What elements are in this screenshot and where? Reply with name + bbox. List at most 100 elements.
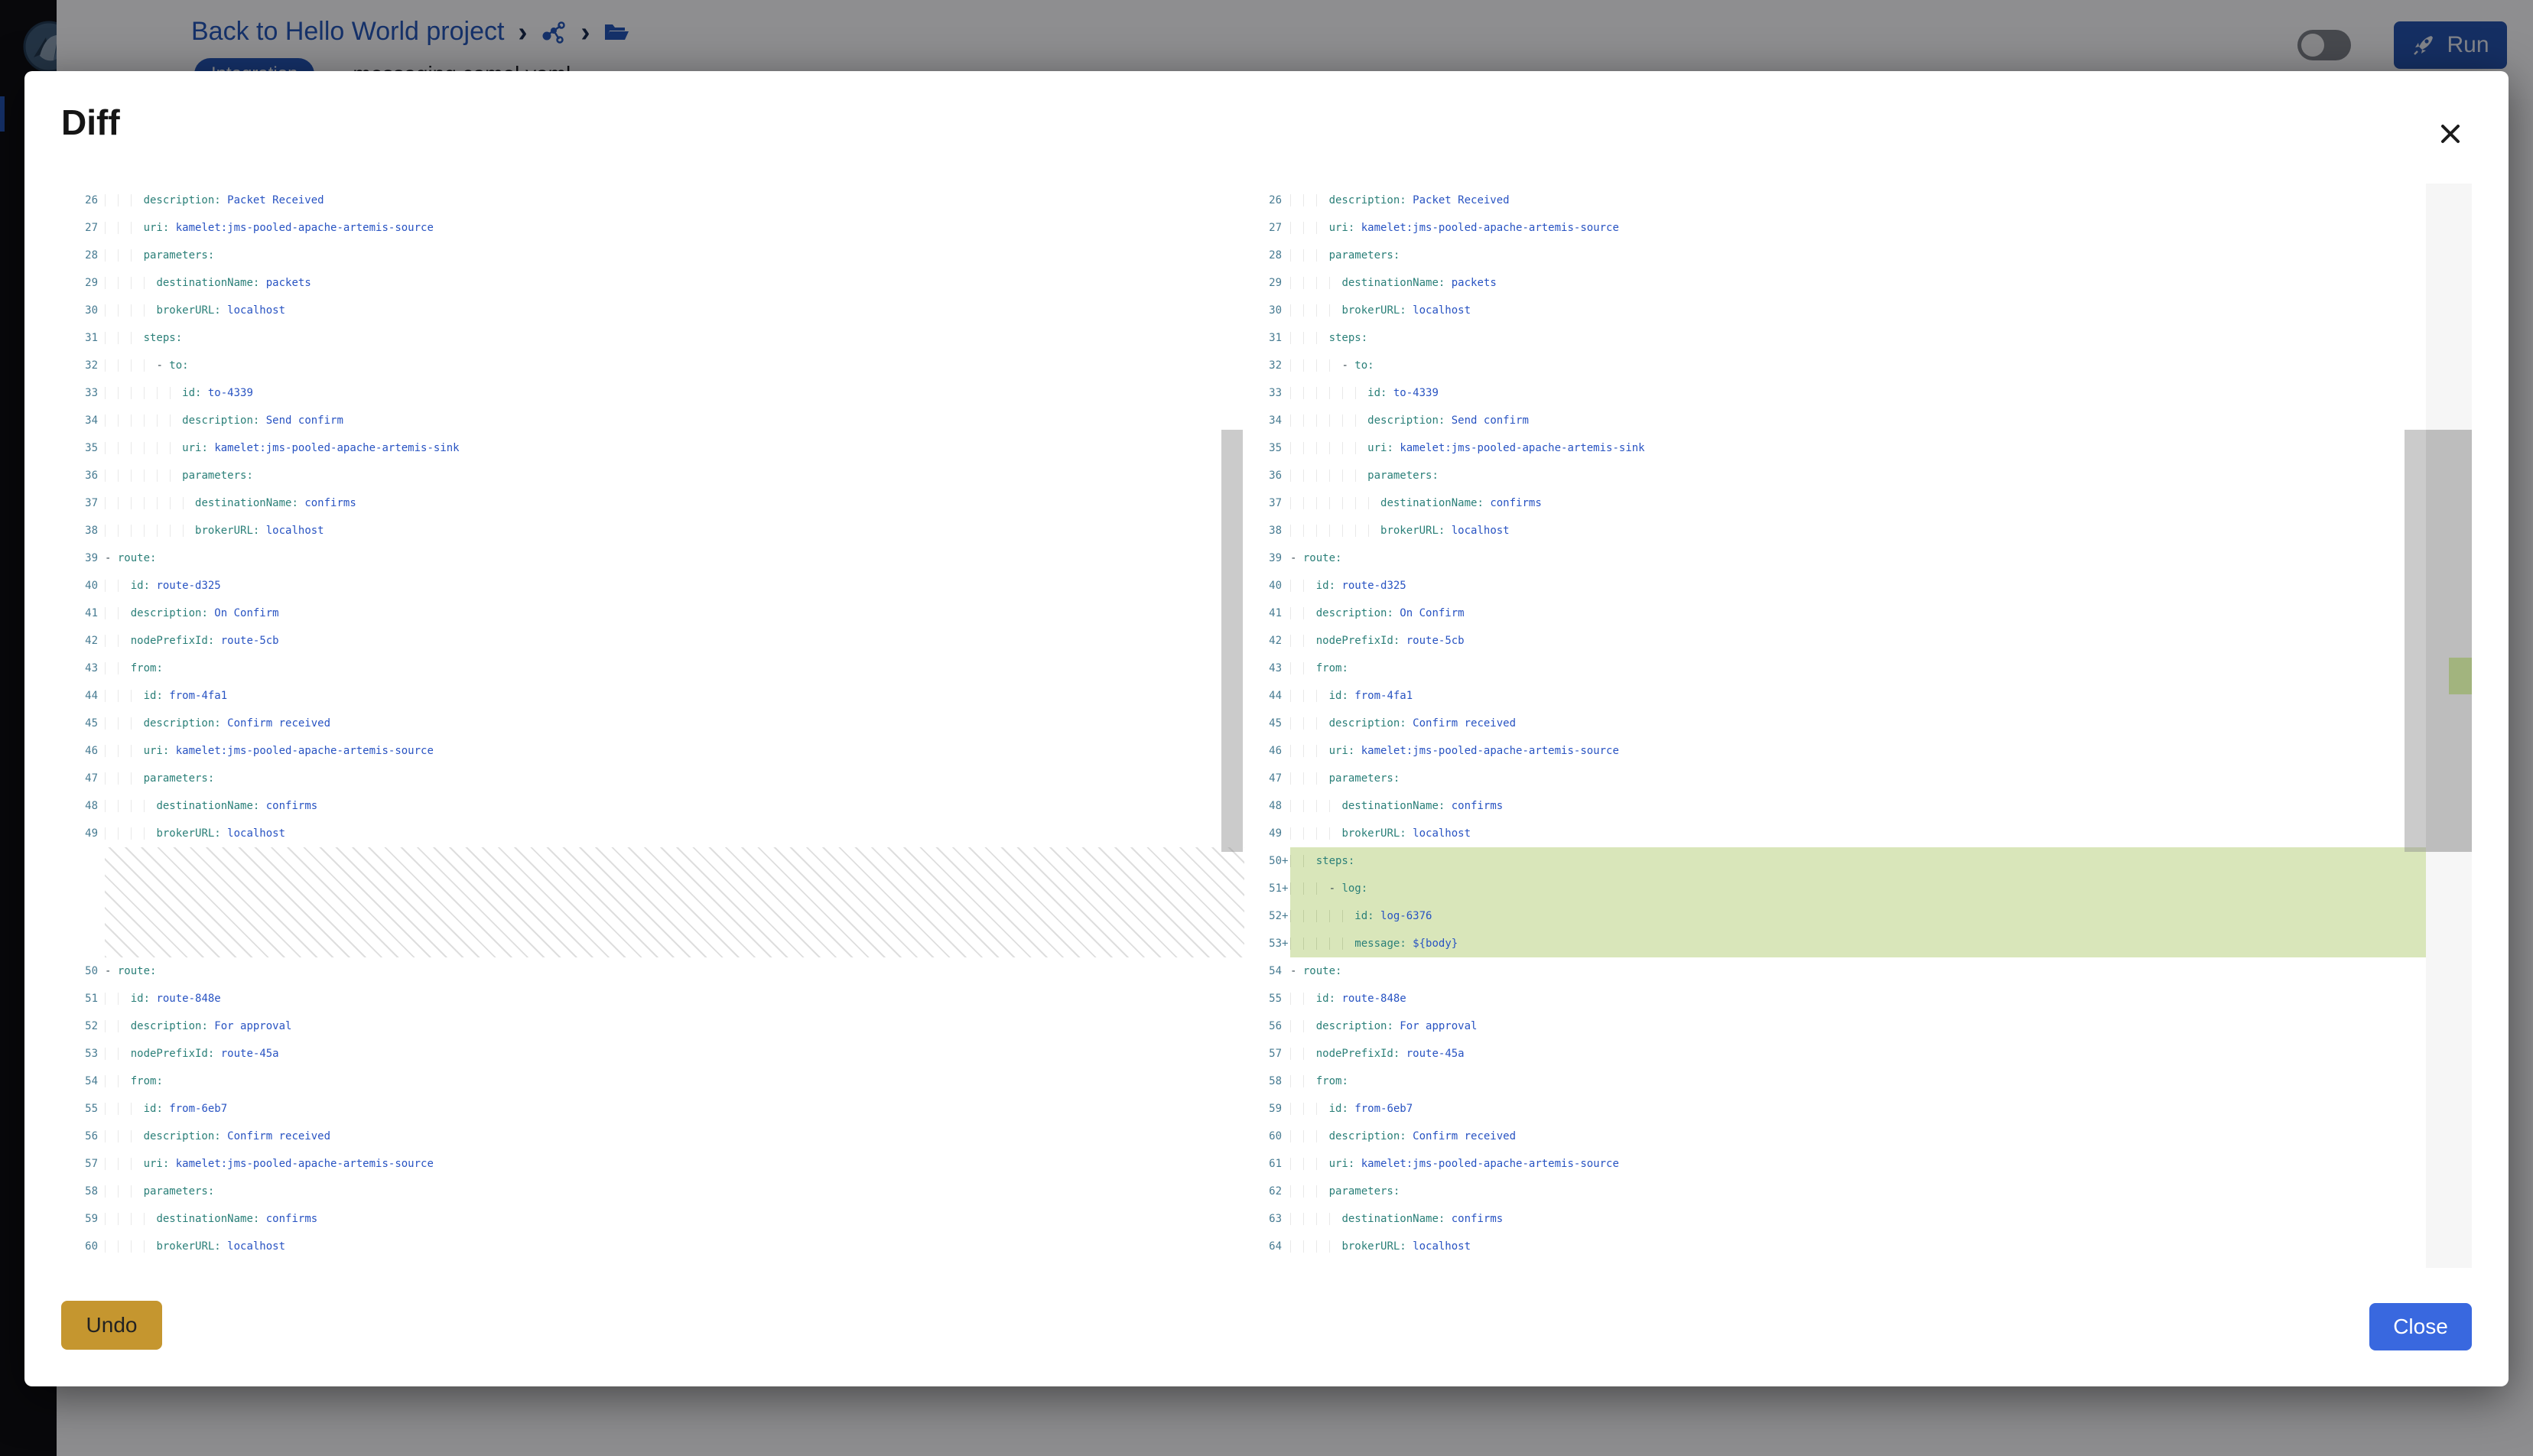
line-number: 50 <box>61 957 98 985</box>
line-code: from: <box>1290 655 2472 682</box>
added-line-plus <box>1282 214 1290 242</box>
undo-button[interactable]: Undo <box>61 1301 162 1350</box>
diff-line: 49 brokerURL: localhost <box>61 820 1244 847</box>
line-code: uri: kamelet:jms-pooled-apache-artemis-s… <box>105 214 1244 242</box>
diff-line: 50+ steps: <box>1254 847 2472 875</box>
line-code: nodePrefixId: route-5cb <box>105 627 1244 655</box>
line-code <box>105 1260 1244 1268</box>
added-line-plus <box>1282 710 1290 737</box>
diff-line: 36 parameters: <box>61 462 1244 489</box>
line-code: id: to-4339 <box>105 379 1244 407</box>
diff-line: 44 id: from-4fa1 <box>1254 682 2472 710</box>
diff-line: 61 <box>61 1260 1244 1268</box>
line-number: 55 <box>61 1095 98 1123</box>
diff-line: 56 description: Confirm received <box>61 1123 1244 1150</box>
diff-line: 32 - to: <box>1254 352 2472 379</box>
added-change-marker <box>2449 658 2472 694</box>
line-code: - route: <box>105 544 1244 572</box>
line-number: 38 <box>61 517 98 544</box>
diff-line: 42 nodePrefixId: route-5cb <box>1254 627 2472 655</box>
line-code: destinationName: confirms <box>1290 1205 2472 1233</box>
added-line-plus <box>1282 627 1290 655</box>
line-number: 30 <box>1254 297 1282 324</box>
line-code: nodePrefixId: route-5cb <box>1290 627 2472 655</box>
diff-modal: Diff 26 description: Packet Received27 u… <box>24 71 2509 1386</box>
line-number: 33 <box>61 379 98 407</box>
line-number: 39 <box>1254 544 1282 572</box>
diff-line: 26 description: Packet Received <box>1254 187 2472 214</box>
line-code: description: On Confirm <box>1290 600 2472 627</box>
right-pane-scrollbar[interactable] <box>2405 184 2426 1268</box>
diff-line: 41 description: On Confirm <box>61 600 1244 627</box>
line-number: 53 <box>1254 930 1282 957</box>
diff-line: 28 parameters: <box>61 242 1244 269</box>
added-line-plus <box>1282 544 1290 572</box>
line-number: 35 <box>1254 434 1282 462</box>
line-number: 54 <box>1254 957 1282 985</box>
diff-line: 58 from: <box>1254 1068 2472 1095</box>
line-number: 36 <box>61 462 98 489</box>
diff-line: 34 description: Send confirm <box>1254 407 2472 434</box>
line-number: 35 <box>61 434 98 462</box>
line-number: 56 <box>1254 1012 1282 1040</box>
diff-line: 31 steps: <box>61 324 1244 352</box>
line-code: description: For approval <box>105 1012 1244 1040</box>
diff-line: 51+ - log: <box>1254 875 2472 902</box>
diff-line: 54- route: <box>1254 957 2472 985</box>
line-number: 49 <box>61 820 98 847</box>
line-number: 30 <box>61 297 98 324</box>
diff-line: 53+ message: ${body} <box>1254 930 2472 957</box>
diff-line: 46 uri: kamelet:jms-pooled-apache-artemi… <box>61 737 1244 765</box>
line-number: 50 <box>1254 847 1282 875</box>
diff-line: 46 uri: kamelet:jms-pooled-apache-artemi… <box>1254 737 2472 765</box>
diff-overview-ruler[interactable] <box>2426 184 2472 1268</box>
diff-line: 26 description: Packet Received <box>61 187 1244 214</box>
close-icon[interactable] <box>2431 114 2470 154</box>
line-number: 41 <box>1254 600 1282 627</box>
line-number: 28 <box>61 242 98 269</box>
line-number: 29 <box>1254 269 1282 297</box>
line-code: parameters: <box>105 462 1244 489</box>
diff-line: 40 id: route-d325 <box>61 572 1244 600</box>
line-code: from: <box>1290 1068 2472 1095</box>
line-code: id: from-6eb7 <box>105 1095 1244 1123</box>
line-number: 29 <box>61 269 98 297</box>
line-code: id: route-848e <box>105 985 1244 1012</box>
line-code: brokerURL: localhost <box>105 517 1244 544</box>
line-number: 44 <box>1254 682 1282 710</box>
code-rows: 26 description: Packet Received27 uri: k… <box>1254 184 2472 1268</box>
line-number: 34 <box>61 407 98 434</box>
line-number: 34 <box>1254 407 1282 434</box>
line-number: 49 <box>1254 820 1282 847</box>
diff-line: 62 parameters: <box>1254 1178 2472 1205</box>
line-number: 32 <box>1254 352 1282 379</box>
diff-line: 41 description: On Confirm <box>1254 600 2472 627</box>
left-pane-scrollbar[interactable] <box>1221 184 1243 1268</box>
diff-pane-modified[interactable]: 26 description: Packet Received27 uri: k… <box>1254 184 2472 1268</box>
scrollbar-thumb[interactable] <box>1221 430 1243 852</box>
diff-line: 42 nodePrefixId: route-5cb <box>61 627 1244 655</box>
line-number: 28 <box>1254 242 1282 269</box>
diff-line: 39- route: <box>1254 544 2472 572</box>
diff-line: 47 parameters: <box>1254 765 2472 792</box>
diff-pane-original[interactable]: 26 description: Packet Received27 uri: k… <box>61 184 1244 1268</box>
diff-line: 53 nodePrefixId: route-45a <box>61 1040 1244 1068</box>
line-code: parameters: <box>105 242 1244 269</box>
close-button[interactable]: Close <box>2369 1303 2472 1350</box>
line-number: 46 <box>61 737 98 765</box>
added-line-plus <box>1282 1095 1290 1123</box>
line-code: description: For approval <box>1290 1012 2472 1040</box>
line-code: uri: kamelet:jms-pooled-apache-artemis-s… <box>1290 1150 2472 1178</box>
line-code: nodePrefixId: route-45a <box>1290 1040 2472 1068</box>
scrollbar-thumb[interactable] <box>2405 430 2426 852</box>
line-number: 59 <box>1254 1095 1282 1123</box>
line-code: brokerURL: localhost <box>1290 517 2472 544</box>
line-number: 60 <box>1254 1123 1282 1150</box>
line-code: - to: <box>1290 352 2472 379</box>
line-code: brokerURL: localhost <box>105 297 1244 324</box>
line-number: 51 <box>1254 875 1282 902</box>
added-line-plus <box>1282 242 1290 269</box>
line-number: 47 <box>1254 765 1282 792</box>
diff-line: 51 id: route-848e <box>61 985 1244 1012</box>
line-code: id: route-d325 <box>1290 572 2472 600</box>
